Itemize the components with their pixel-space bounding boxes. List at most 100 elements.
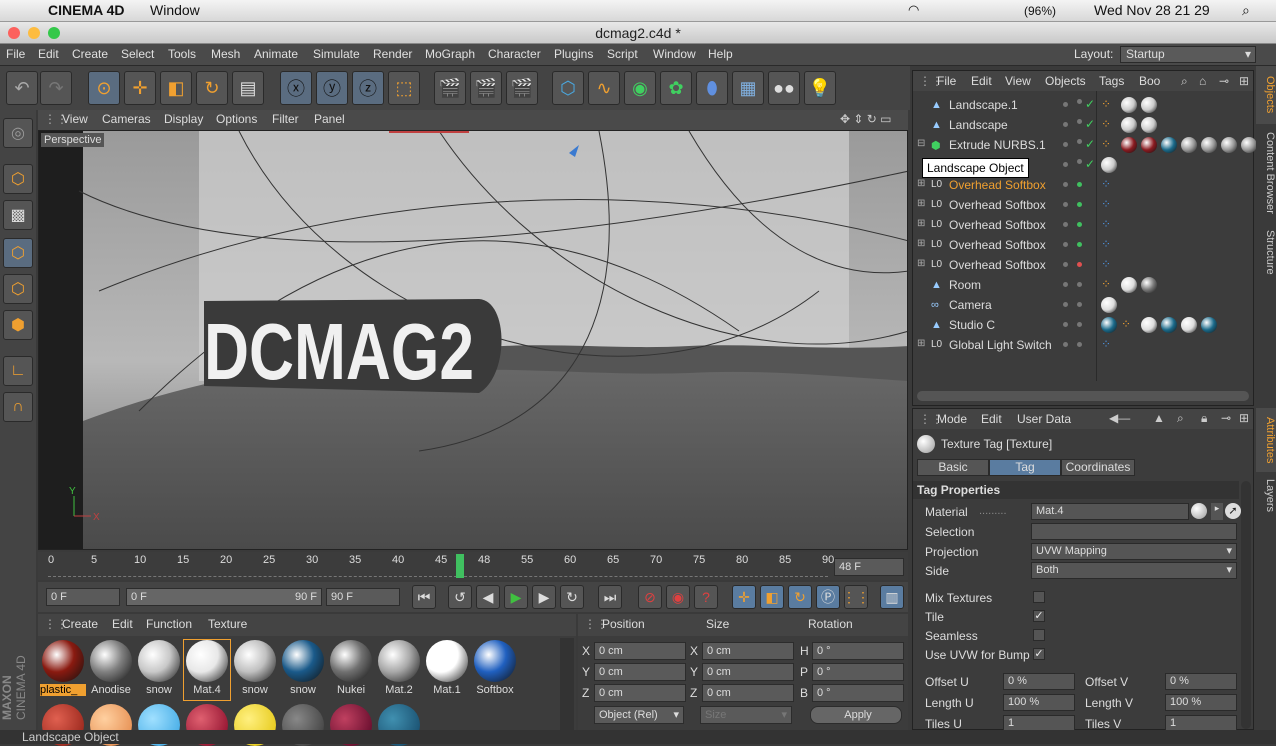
menu-animate[interactable]: Animate xyxy=(254,47,298,61)
window-menu[interactable]: Window xyxy=(150,2,200,18)
tag-icon[interactable] xyxy=(1141,277,1157,293)
array-button[interactable]: ✿ xyxy=(660,71,692,105)
tag-icon[interactable] xyxy=(1161,317,1177,333)
object-row[interactable]: ▲ Studio C ⁘ xyxy=(913,315,1253,335)
menu-select[interactable]: Select xyxy=(121,47,154,61)
key-parameter-button[interactable]: Ⓟ xyxy=(816,585,840,609)
om-menu-view[interactable]: View xyxy=(1005,74,1031,88)
menu-render[interactable]: Render xyxy=(373,47,412,61)
tag-icon[interactable]: ⁘ xyxy=(1101,257,1117,273)
expand-icon[interactable]: ⊞ xyxy=(917,258,925,269)
render-dot[interactable] xyxy=(1077,139,1082,144)
snap-button[interactable]: ∩ xyxy=(3,392,33,422)
prev-key-button[interactable]: ↺ xyxy=(448,585,472,609)
keyframe-selection-button[interactable]: ? xyxy=(694,585,718,609)
menu-create[interactable]: Create xyxy=(72,47,108,61)
tab-coordinates[interactable]: Coordinates xyxy=(1061,459,1135,476)
record-button[interactable]: ⊘ xyxy=(638,585,662,609)
attr-menu-mode[interactable]: Mode xyxy=(937,412,967,426)
perspective-viewport[interactable]: DCMAG2 Y X Perspective xyxy=(38,130,908,550)
back-arrow-icon[interactable]: ◀— xyxy=(1109,411,1130,425)
search-icon[interactable]: ⌕ xyxy=(1181,74,1188,89)
make-editable-button[interactable]: ◎ xyxy=(3,118,33,148)
tag-icon[interactable] xyxy=(1141,137,1157,153)
tag-icon[interactable] xyxy=(1121,277,1137,293)
position-field[interactable]: 0 cm xyxy=(594,642,686,660)
tab-basic[interactable]: Basic xyxy=(917,459,989,476)
side-tab-objects[interactable]: Objects xyxy=(1256,66,1276,124)
seamless-checkbox[interactable] xyxy=(1033,629,1045,641)
material-item[interactable]: Softbox xyxy=(472,640,518,700)
tag-icon[interactable] xyxy=(1121,137,1137,153)
length-v-field[interactable]: 100 % xyxy=(1165,694,1237,711)
prev-frame-button[interactable]: ◀ xyxy=(476,585,500,609)
om-menu-tags[interactable]: Tags xyxy=(1099,74,1124,88)
material-menu-arrow[interactable]: ▸ xyxy=(1211,503,1223,520)
tag-icon[interactable] xyxy=(1181,137,1197,153)
z-axis-lock-button[interactable]: ⓩ xyxy=(352,71,384,105)
tag-icon[interactable]: ⁘ xyxy=(1101,337,1117,353)
uvw-bump-checkbox[interactable]: ✓ xyxy=(1033,648,1045,660)
light-button[interactable]: 💡 xyxy=(804,71,836,105)
rotation-field[interactable]: 0 ° xyxy=(812,684,904,702)
material-menu-texture[interactable]: Texture xyxy=(208,617,247,631)
next-frame-button[interactable]: ▶ xyxy=(532,585,556,609)
viewport-nav-icons[interactable]: ✥ ⇕ ↻ ▭ xyxy=(840,112,892,126)
enabled-check-icon[interactable]: ✓ xyxy=(1085,97,1095,111)
playhead[interactable] xyxy=(456,554,464,578)
visibility-dot[interactable] xyxy=(1063,102,1068,107)
tag-icon[interactable]: ⁘ xyxy=(1101,177,1117,193)
key-pla-button[interactable]: ⋮⋮ xyxy=(842,585,870,609)
tag-icon[interactable] xyxy=(1141,117,1157,133)
end-frame-field[interactable]: 90 F xyxy=(326,588,400,606)
menu-mograph[interactable]: MoGraph xyxy=(425,47,475,61)
material-item[interactable]: Mat.4 xyxy=(183,639,231,701)
points-mode-button[interactable]: ⬡ xyxy=(3,238,33,268)
menu-mesh[interactable]: Mesh xyxy=(211,47,240,61)
move-tool-button[interactable]: ✛ xyxy=(124,71,156,105)
spotlight-icon[interactable]: ⌕ xyxy=(1242,2,1250,19)
timeline[interactable]: 0 5 10 15 20 25 30 35 40 45 48 55 60 65 70 75 80 85 90 48 … xyxy=(38,552,908,580)
spline-button[interactable]: ∿ xyxy=(588,71,620,105)
pick-icon[interactable]: ➚ xyxy=(1225,503,1241,519)
object-row[interactable]: ⊞ L0 Overhead Softbox ⁘ xyxy=(913,175,1253,195)
expand-icon[interactable]: ⊞ xyxy=(917,238,925,249)
material-item[interactable]: snow xyxy=(232,640,278,700)
side-tab-layers[interactable]: Layers xyxy=(1256,474,1276,518)
visibility-dot[interactable] xyxy=(1063,162,1068,167)
enabled-check-icon[interactable]: ✓ xyxy=(1085,157,1095,171)
visibility-dot[interactable] xyxy=(1063,142,1068,147)
material-item[interactable]: Mat.1 xyxy=(424,640,470,700)
play-button[interactable]: ▶ xyxy=(504,585,528,609)
object-row[interactable]: ⊞ L0 Overhead Softbox ⁘ xyxy=(913,215,1253,235)
tag-icon[interactable] xyxy=(1181,317,1197,333)
viewport-menu-options[interactable]: Options xyxy=(216,112,257,126)
key-rotation-button[interactable]: ↻ xyxy=(788,585,812,609)
object-row[interactable]: ∞ Camera xyxy=(913,295,1253,315)
menu-help[interactable]: Help xyxy=(708,47,733,61)
render-settings-button[interactable]: 🎬 xyxy=(506,71,538,105)
coord-mode-select[interactable]: Object (Rel) ▾ xyxy=(594,706,684,724)
battery-status[interactable]: (96%) xyxy=(1024,4,1056,18)
new-window-icon[interactable]: ⊞ xyxy=(1239,411,1249,425)
side-tab-content-browser[interactable]: Content Browser xyxy=(1256,126,1276,220)
new-window-icon[interactable]: ⊞ xyxy=(1239,74,1249,88)
pin-icon[interactable]: ⊸ xyxy=(1219,74,1229,88)
deformer-button[interactable]: ⬮ xyxy=(696,71,728,105)
render-dot[interactable] xyxy=(1077,202,1082,207)
object-row[interactable]: ⊟ ⬢ Extrude NURBS.1 ✓ ⁘ xyxy=(913,135,1276,155)
tag-icon[interactable]: ⁘ xyxy=(1101,97,1117,113)
render-dot[interactable] xyxy=(1077,262,1082,267)
render-dot[interactable] xyxy=(1077,302,1082,307)
material-item[interactable]: Anodise xyxy=(88,640,134,700)
render-dot[interactable] xyxy=(1077,342,1082,347)
tag-icon[interactable]: ⁘ xyxy=(1101,217,1117,233)
rotate-tool-button[interactable]: ↻ xyxy=(196,71,228,105)
attr-menu-user-data[interactable]: User Data xyxy=(1017,412,1071,426)
menu-plugins[interactable]: Plugins xyxy=(554,47,593,61)
tile-checkbox[interactable]: ✓ xyxy=(1033,610,1045,622)
tag-icon[interactable] xyxy=(1221,137,1237,153)
camera-button[interactable]: ●● xyxy=(768,71,800,105)
render-dot[interactable] xyxy=(1077,99,1082,104)
object-row[interactable]: ⊞ L0 Overhead Softbox ⁘ xyxy=(913,255,1253,275)
